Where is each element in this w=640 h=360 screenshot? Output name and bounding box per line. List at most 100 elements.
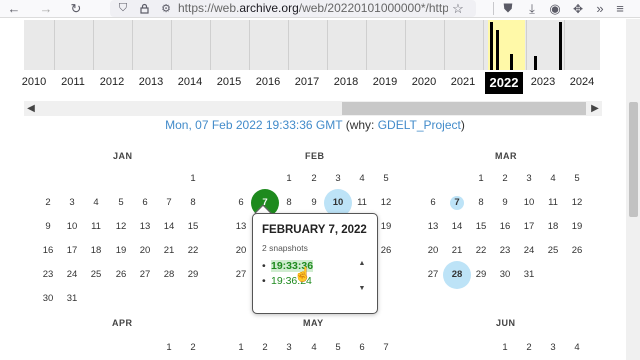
lock-icon[interactable]: [137, 0, 151, 17]
extensions-icon[interactable]: ✥: [570, 0, 586, 17]
year-label[interactable]: 2016: [250, 76, 286, 88]
bookmark-star-icon[interactable]: ☆: [450, 0, 466, 17]
calendar-day: 2: [526, 342, 532, 353]
calendar-day: 28: [163, 269, 175, 280]
year-label[interactable]: 2011: [55, 76, 91, 88]
year-label[interactable]: 2019: [367, 76, 403, 88]
pocket-icon[interactable]: ⛊: [500, 0, 516, 17]
shield-icon[interactable]: ⛉: [116, 0, 130, 17]
calendar-day: 25: [547, 245, 559, 256]
calendar-day: 30: [499, 269, 511, 280]
year-label[interactable]: 2017: [289, 76, 325, 88]
horizontal-scrollbar[interactable]: ◀ ▶: [24, 101, 602, 116]
menu-icon[interactable]: ≡: [613, 0, 627, 17]
calendar-day: 30: [42, 293, 54, 304]
scroll-left-icon[interactable]: ◀: [24, 101, 38, 116]
calendar-day: 20: [235, 245, 247, 256]
year-label[interactable]: 2015: [211, 76, 247, 88]
page-settings-icon[interactable]: ⚙: [159, 0, 173, 17]
calendar-day: 5: [574, 173, 580, 184]
calendar-day: 24: [523, 245, 535, 256]
histogram-bar: [490, 22, 493, 70]
browser-toolbar: ← → ↻ ⛉ ⚙ https://web.archive.org/web/20…: [0, 0, 640, 18]
histogram-bar: [496, 30, 499, 70]
year-histogram[interactable]: [24, 20, 600, 70]
account-icon[interactable]: ◉: [547, 0, 563, 17]
vertical-scrollbar[interactable]: [626, 19, 640, 360]
year-label[interactable]: 2024: [564, 76, 600, 88]
calendar-day: 4: [550, 173, 556, 184]
url-text[interactable]: https://web.archive.org/web/202201010000…: [178, 1, 448, 15]
calendar-day: 4: [311, 342, 317, 353]
calendar-day: 26: [571, 245, 583, 256]
scroll-thumb[interactable]: [629, 102, 638, 217]
calendar-day: 16: [42, 245, 54, 256]
popup-scrollbar[interactable]: ▲ ▼: [356, 259, 368, 293]
calendar-day: 11: [548, 197, 558, 208]
calendar-day[interactable]: 10: [326, 195, 350, 211]
scroll-up-icon[interactable]: ▲: [356, 259, 368, 268]
year-label[interactable]: 2012: [94, 76, 130, 88]
grid-line: [54, 20, 55, 70]
month-title: JUN: [496, 318, 516, 328]
year-label[interactable]: 2013: [133, 76, 169, 88]
calendar-day: 22: [187, 245, 199, 256]
month-title: MAY: [303, 318, 324, 328]
reload-icon[interactable]: ↻: [68, 0, 84, 17]
overflow-icon[interactable]: »: [592, 0, 608, 17]
scroll-down-icon[interactable]: ▼: [356, 284, 368, 293]
grid-line: [526, 20, 527, 70]
calendar-day: 13: [139, 221, 151, 232]
calendar-day: 31: [66, 293, 78, 304]
forward-icon[interactable]: →: [38, 0, 54, 17]
grid-line: [132, 20, 133, 70]
year-label[interactable]: 2023: [525, 76, 561, 88]
grid-line: [405, 20, 406, 70]
calendar-day: 1: [478, 173, 484, 184]
year-label-selected[interactable]: 2022: [485, 72, 523, 94]
calendar-day: 8: [190, 197, 196, 208]
grid-line: [483, 20, 484, 70]
calendar-day: 9: [45, 221, 51, 232]
histogram-bar: [534, 56, 537, 70]
back-icon[interactable]: ←: [6, 0, 22, 17]
year-label[interactable]: 2020: [406, 76, 442, 88]
calendar-day: 4: [359, 173, 365, 184]
calendar-day: 26: [115, 269, 127, 280]
calendar-day: 19: [115, 245, 127, 256]
toolbar-separator: [493, 2, 494, 15]
calendar-day: 12: [115, 221, 127, 232]
url-bar[interactable]: ⛉ ⚙ https://web.archive.org/web/20220101…: [110, 0, 476, 17]
snapshot-list: 19:33:36 19:36:24: [262, 259, 366, 289]
download-icon[interactable]: ⤓: [524, 0, 540, 17]
calendar-day: 20: [139, 245, 151, 256]
calendar-day: 21: [163, 245, 175, 256]
calendar-day: 15: [187, 221, 199, 232]
calendar-day: 18: [90, 245, 102, 256]
year-label[interactable]: 2010: [16, 76, 52, 88]
grid-line: [366, 20, 367, 70]
calendar-day: 9: [311, 197, 317, 208]
grid-line: [444, 20, 445, 70]
calendar-day: 1: [166, 342, 172, 353]
calendar-day: 27: [427, 269, 439, 280]
calendar-day: 23: [42, 269, 54, 280]
why-link[interactable]: GDELT_Project: [378, 118, 461, 132]
calendar-day: 19: [571, 221, 583, 232]
calendar-day: 7: [383, 342, 389, 353]
why-label: (why:: [342, 118, 378, 132]
calendar-day[interactable]: 28: [445, 267, 469, 283]
capture-datetime-link[interactable]: Mon, 07 Feb 2022 19:33:36 GMT: [165, 118, 342, 132]
calendar-day: 3: [69, 197, 75, 208]
scroll-track: [356, 268, 368, 284]
calendar-day: 3: [335, 173, 341, 184]
calendar-day: 2: [262, 342, 268, 353]
scroll-right-icon[interactable]: ▶: [588, 101, 602, 116]
calendar-day: 3: [550, 342, 556, 353]
year-label[interactable]: 2014: [172, 76, 208, 88]
calendar-day[interactable]: 7: [445, 195, 469, 211]
year-label[interactable]: 2021: [445, 76, 481, 88]
calendar-day: 1: [238, 342, 244, 353]
scroll-thumb[interactable]: [342, 102, 586, 115]
year-label[interactable]: 2018: [328, 76, 364, 88]
